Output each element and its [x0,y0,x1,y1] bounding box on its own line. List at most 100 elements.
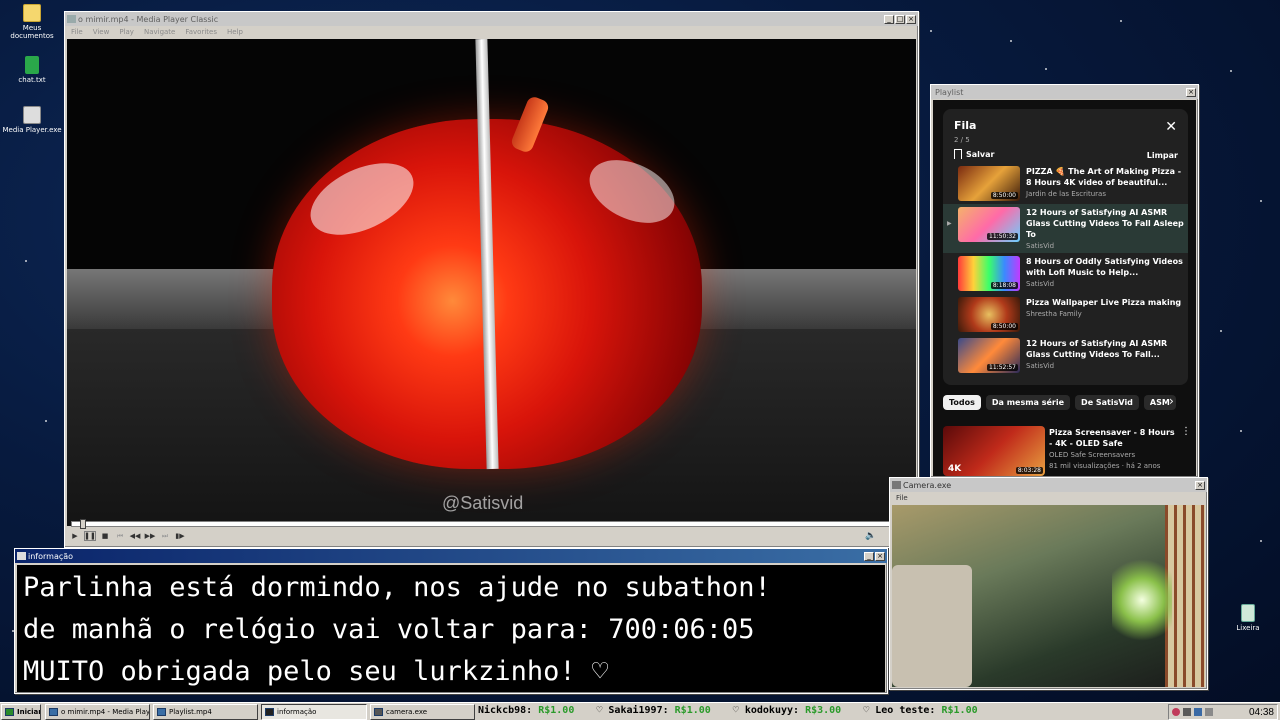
menu-bar: File View Play Navigate Favorites Help [65,26,918,38]
next-icon[interactable]: ⏭ [159,531,171,541]
desktop-icon-media-player[interactable]: Media Player.exe [2,106,62,134]
close-button[interactable]: × [1195,480,1205,490]
recycle-bin-icon [1241,604,1255,622]
ticker-entry: ♡ Leo teste: R$1.00 [863,705,977,719]
video-thumbnail: 8:18:08 [958,256,1020,291]
desktop-icon-label: Meus documentos [10,24,54,40]
queue-item[interactable]: 11:52:57 12 Hours of Satisfying AI ASMR … [943,335,1188,376]
taskbar-button-playlist[interactable]: Playlist.mp4 [153,704,258,720]
desktop-icon-chat-txt[interactable]: chat.txt [2,56,62,84]
channel-name: SatisVid [1026,362,1055,370]
chip-de-satisvid[interactable]: De SatisVid [1075,395,1139,410]
seek-thumb[interactable] [80,519,87,529]
desktop-icon-label: Lixeira [1236,624,1260,632]
ticker-entry: Nickcb98: R$1.00 [478,705,574,719]
previous-icon[interactable]: ⏮ [114,531,126,541]
fast-forward-icon[interactable]: ▶▶ [144,531,156,541]
clock[interactable]: 04:38 [1249,707,1274,718]
channel-name: OLED Safe Screensavers [1049,451,1136,459]
app-icon [67,15,76,23]
ticker-entry: ♡ kodokuyy: R$3.00 [733,705,841,719]
volume-icon[interactable]: 🔈 [865,531,876,541]
frame-step-icon[interactable]: ▮▶ [174,531,186,541]
heart-icon: ♡ [732,705,739,716]
playlist-titlebar[interactable]: Playlist × [931,85,1198,99]
chip-mesma-serie[interactable]: Da mesma série [985,395,1071,410]
taskbar-button-informacao[interactable]: informação [261,704,367,720]
queue-item-active[interactable]: ▶ 11:50:32 12 Hours of Satisfying AI ASM… [943,204,1188,253]
menu-view[interactable]: View [93,28,110,36]
close-button[interactable]: × [1186,87,1196,97]
duration-badge: 8:18:08 [990,282,1018,289]
playlist-window: Playlist × Fila 2 / 5 ✕ Salvar Limpar 8:… [930,84,1199,478]
video-title: Pizza Wallpaper Live Pizza making [1026,298,1182,307]
desktop-icon-lixeira[interactable]: Lixeira [1218,604,1278,632]
playlist-content: Fila 2 / 5 ✕ Salvar Limpar 8:50:00 PIZZA… [933,100,1196,476]
camera-icon [374,708,383,716]
desktop-icon-meus-documentos[interactable]: Meus documentos [2,4,62,40]
queue-list: 8:50:00 PIZZA 🍕 The Art of Making Pizza … [943,163,1188,376]
app-icon [892,481,901,489]
save-button[interactable]: Salvar [954,149,994,159]
close-button[interactable]: × [875,551,885,561]
menu-play[interactable]: Play [119,28,134,36]
duration-badge: 8:50:00 [990,192,1018,199]
duration-badge: 8:50:00 [990,323,1018,330]
media-player-titlebar[interactable]: o mimir.mp4 - Media Player Classic _ □ × [65,12,918,26]
duration-badge: 11:50:32 [987,233,1018,240]
tray-icon-3[interactable] [1194,708,1202,716]
tray-icon-2[interactable] [1183,708,1191,716]
duration-badge: 11:52:57 [987,364,1018,371]
pause-icon[interactable]: ❚❚ [84,531,96,541]
close-button[interactable]: × [906,14,916,24]
menu-file[interactable]: File [71,28,83,36]
donor-name: kodokuyy: [744,705,800,716]
info-window: informação _ × Parlinha está dormindo, n… [14,548,888,694]
media-player-window: o mimir.mp4 - Media Player Classic _ □ ×… [64,11,919,548]
camera-titlebar[interactable]: Camera.exe × [890,478,1207,492]
chevron-right-icon[interactable]: › [1169,394,1174,408]
tray-icon-4[interactable] [1205,708,1213,716]
queue-item[interactable]: 8:50:00 Pizza Wallpaper Live Pizza makin… [943,294,1188,335]
minimize-button[interactable]: _ [864,551,874,561]
seek-bar[interactable] [71,519,913,529]
task-label: Playlist.mp4 [169,708,212,716]
queue-item[interactable]: 8:50:00 PIZZA 🍕 The Art of Making Pizza … [943,163,1188,204]
play-icon[interactable]: ▶ [69,531,81,541]
close-icon[interactable]: ✕ [1165,119,1177,135]
menu-favorites[interactable]: Favorites [185,28,217,36]
video-title: 12 Hours of Satisfying AI ASMR Glass Cut… [1026,339,1168,359]
queue-position: 2 / 5 [954,136,970,144]
info-line: Parlinha está dormindo, nos ajude no sub… [23,572,771,603]
menu-help[interactable]: Help [227,28,243,36]
queue-item[interactable]: 8:18:08 8 Hours of Oddly Satisfying Vide… [943,253,1188,294]
tray-icon-1[interactable] [1172,708,1180,716]
info-titlebar[interactable]: informação _ × [15,549,887,563]
rewind-icon[interactable]: ◀◀ [129,531,141,541]
video-thumbnail: 8:50:00 [958,166,1020,201]
more-options-icon[interactable]: ⋮ [1181,426,1191,437]
ticker-entry: ♡ Sakai1997: R$1.00 [596,705,710,719]
window-title: o mimir.mp4 - Media Player Classic [78,14,219,24]
maximize-button[interactable]: □ [895,14,905,24]
task-label: informação [277,708,317,716]
clear-button[interactable]: Limpar [1147,151,1178,160]
window-title: informação [28,551,74,561]
heart-icon: ♡ [596,705,603,716]
queue-title: Fila [954,119,977,132]
menu-navigate[interactable]: Navigate [144,28,175,36]
menu-file[interactable]: File [896,494,908,502]
minimize-button[interactable]: _ [884,14,894,24]
camera-sofa [892,565,972,687]
info-text-area: Parlinha está dormindo, nos ajude no sub… [17,565,885,692]
taskbar-button-media-player[interactable]: o mimir.mp4 - Media Playe... [45,704,150,720]
video-title: 12 Hours of Satisfying AI ASMR Glass Cut… [1026,208,1184,239]
video-thumbnail: 4K 8:03:28 [943,426,1045,476]
taskbar-button-camera[interactable]: camera.exe [370,704,475,720]
start-button[interactable]: Iniciar [1,704,41,720]
stop-icon[interactable]: ■ [99,531,111,541]
folder-icon [23,4,41,22]
video-area[interactable]: @Satisvid [67,39,916,526]
chip-todos[interactable]: Todos [943,395,981,410]
recommended-video[interactable]: 4K 8:03:28 Pizza Screensaver - 8 Hours -… [943,426,1193,476]
